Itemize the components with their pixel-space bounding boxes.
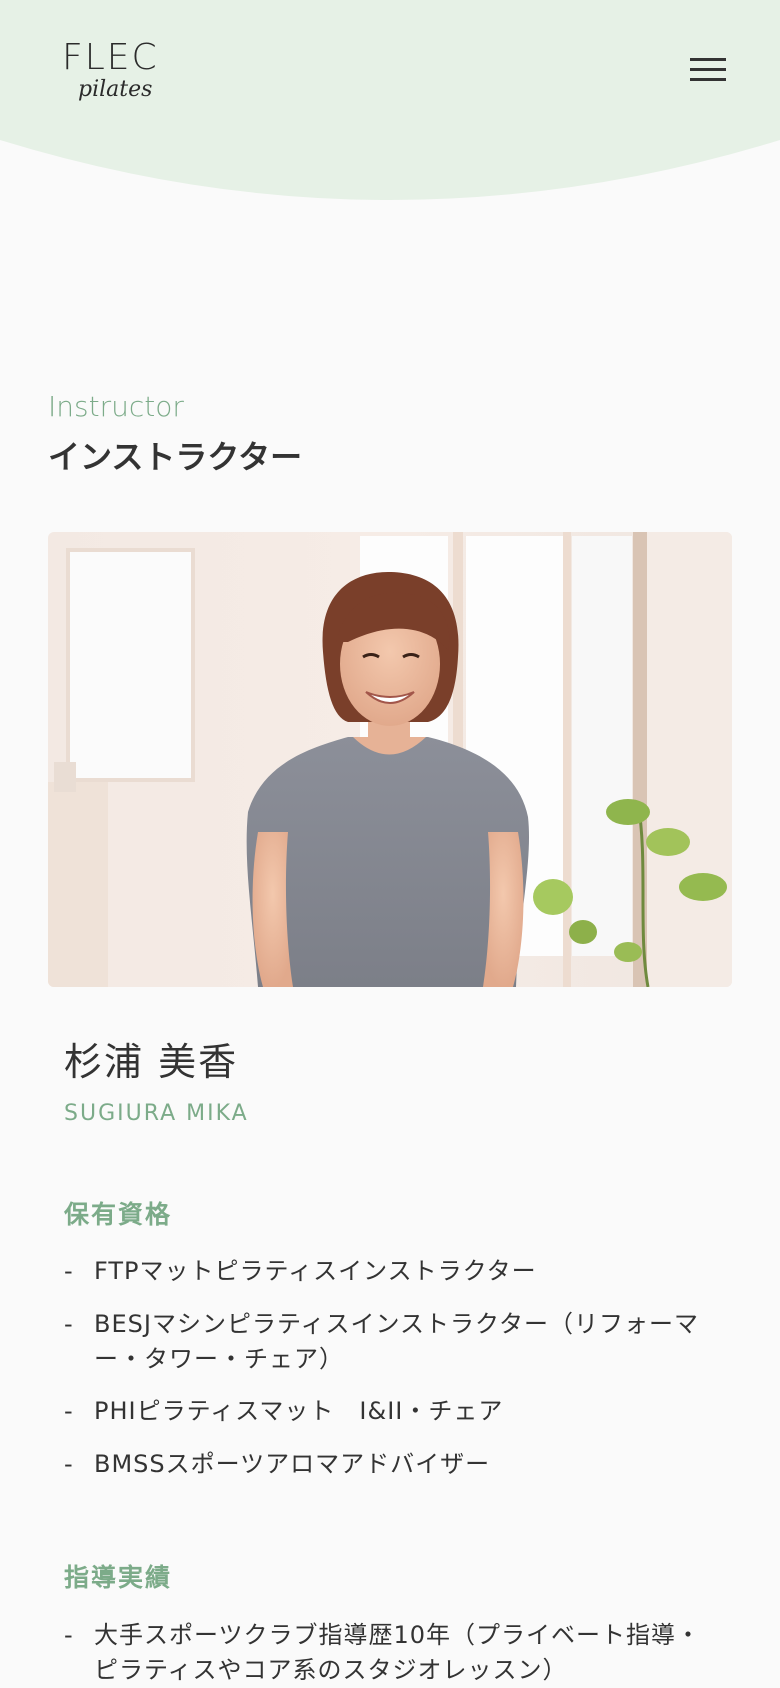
list-item: - FTPマットピラティスインストラクター <box>64 1254 724 1289</box>
list-item: - 大手スポーツクラブ指導歴10年（プライベート指導・ピラティスやコア系のスタジ… <box>64 1618 724 1688</box>
experience-title: 指導実績 <box>64 1563 173 1592</box>
qualification-text: BESJマシンピラティスインストラクター（リフォーマー・タワー・チェア） <box>94 1309 700 1373</box>
instructor-photo <box>48 532 732 987</box>
logo-sub-text: pilates <box>78 77 153 102</box>
menu-line <box>690 78 726 81</box>
qualification-text: FTPマットピラティスインストラクター <box>94 1257 537 1285</box>
qualifications-title: 保有資格 <box>64 1200 173 1229</box>
logo[interactable]: FLEC pilates <box>62 40 172 110</box>
bullet-dash: - <box>64 1309 74 1338</box>
qualification-text: PHIピラティスマット I&II・チェア <box>94 1397 504 1426</box>
logo-main-text: FLEC <box>62 37 159 78</box>
qualifications-list: - FTPマットピラティスインストラクター - BESJマシンピラティスインスト… <box>64 1254 724 1482</box>
hamburger-menu-icon[interactable] <box>688 54 728 86</box>
section-title-jp: インストラクター <box>48 438 303 476</box>
menu-line <box>690 68 726 71</box>
menu-line <box>690 58 726 61</box>
section-title-en: Instructor <box>48 390 184 423</box>
instructor-photo-illustration <box>48 532 732 987</box>
instructor-name-en: SUGIURA MIKA <box>64 1101 249 1126</box>
bullet-dash: - <box>64 1257 74 1285</box>
list-item: - PHIピラティスマット I&II・チェア <box>64 1394 724 1429</box>
bullet-dash: - <box>64 1397 74 1426</box>
experience-text: 大手スポーツクラブ指導歴10年（プライベート指導・ピラティスやコア系のスタジオレ… <box>94 1621 702 1684</box>
bullet-dash: - <box>64 1621 74 1649</box>
experience-list: - 大手スポーツクラブ指導歴10年（プライベート指導・ピラティスやコア系のスタジ… <box>64 1618 724 1688</box>
bullet-dash: - <box>64 1450 74 1479</box>
list-item: - BMSSスポーツアロマアドバイザー <box>64 1447 724 1482</box>
instructor-name-jp: 杉浦 美香 <box>64 1040 239 1084</box>
list-item: - BESJマシンピラティスインストラクター（リフォーマー・タワー・チェア） <box>64 1307 724 1377</box>
qualification-text: BMSSスポーツアロマアドバイザー <box>94 1450 491 1479</box>
